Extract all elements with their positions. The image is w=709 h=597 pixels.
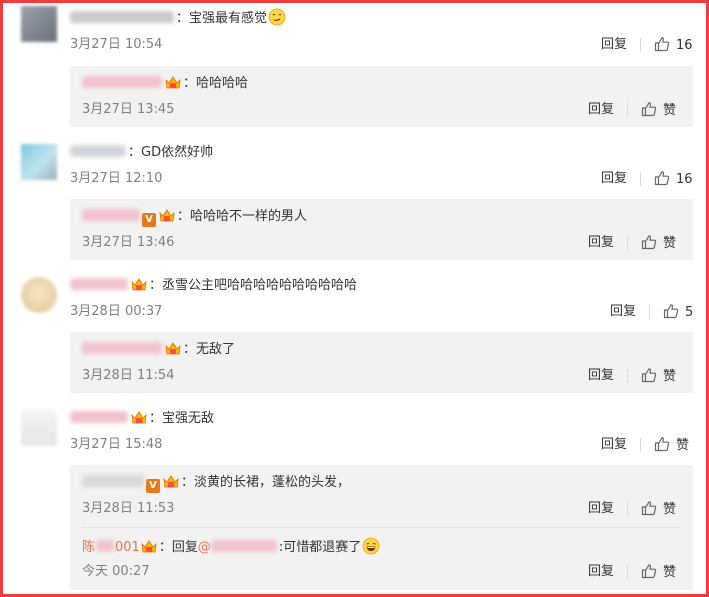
comment-text: ：宝强无敌 bbox=[70, 409, 214, 429]
reply-button[interactable]: 回复 bbox=[601, 436, 627, 454]
avatar[interactable] bbox=[21, 6, 57, 42]
thumbs-up-icon bbox=[641, 102, 657, 117]
vip-crown-icon bbox=[141, 540, 157, 553]
divider bbox=[627, 502, 628, 516]
like-label: 赞 bbox=[663, 369, 677, 384]
username-blurred[interactable] bbox=[70, 411, 128, 423]
reply-button[interactable]: 回复 bbox=[588, 234, 614, 252]
thumbs-up-icon bbox=[641, 368, 657, 383]
divider bbox=[640, 438, 641, 452]
reply-button[interactable]: 回复 bbox=[601, 170, 627, 188]
thumbs-up-icon bbox=[663, 304, 679, 319]
username-blurred[interactable] bbox=[82, 209, 140, 221]
divider bbox=[627, 236, 628, 250]
like-label: 赞 bbox=[663, 103, 677, 118]
like-count: 16 bbox=[676, 38, 693, 53]
comment-text: ：宝强最有感觉 bbox=[70, 8, 286, 29]
reply-button[interactable]: 回复 bbox=[588, 367, 614, 385]
comment-date: 3月27日 10:54 bbox=[70, 37, 163, 52]
v-badge-icon: V bbox=[142, 213, 156, 227]
like-label: 赞 bbox=[676, 438, 690, 453]
divider bbox=[627, 103, 628, 117]
reply-text: 陈 001 ：回复@:可惜都退赛了 bbox=[82, 537, 380, 558]
divider bbox=[640, 172, 641, 186]
divider bbox=[640, 38, 641, 52]
username-blurred[interactable] bbox=[82, 342, 162, 354]
reply-button[interactable]: 回复 bbox=[601, 36, 627, 54]
thumbs-up-icon bbox=[641, 501, 657, 516]
comment-text: ：GD依然好帅 bbox=[70, 143, 213, 163]
like-button[interactable]: 5 bbox=[663, 303, 693, 322]
thumbs-up-icon bbox=[654, 171, 670, 186]
like-button[interactable]: 赞 bbox=[641, 500, 676, 519]
reply-button[interactable]: 回复 bbox=[610, 303, 636, 321]
avatar[interactable] bbox=[21, 410, 57, 446]
like-count: 5 bbox=[685, 305, 694, 320]
vip-crown-icon bbox=[131, 278, 147, 291]
like-button[interactable]: 赞 bbox=[641, 563, 676, 582]
avatar[interactable] bbox=[21, 144, 57, 180]
reply-date: 3月28日 11:54 bbox=[82, 368, 175, 383]
divider bbox=[627, 565, 628, 579]
thumbs-up-icon bbox=[654, 437, 670, 452]
comment-text: ：丞雪公主吧哈哈哈哈哈哈哈哈哈哈 bbox=[70, 276, 357, 296]
vip-crown-icon bbox=[163, 475, 179, 488]
avatar[interactable] bbox=[21, 277, 57, 313]
reply-date: 3月28日 11:53 bbox=[82, 501, 175, 516]
comment-date: 3月27日 15:48 bbox=[70, 437, 163, 452]
username-blurred[interactable] bbox=[70, 278, 128, 290]
like-button[interactable]: 赞 bbox=[641, 101, 676, 120]
mention-link[interactable]: @ bbox=[198, 540, 279, 555]
like-button[interactable]: 赞 bbox=[641, 234, 676, 253]
username-blurred[interactable] bbox=[82, 76, 162, 88]
reply-button[interactable]: 回复 bbox=[588, 500, 614, 518]
like-button[interactable]: 赞 bbox=[641, 367, 676, 386]
thumbs-up-icon bbox=[641, 564, 657, 579]
username-blurred[interactable] bbox=[70, 11, 174, 23]
like-label: 赞 bbox=[663, 502, 677, 517]
smirk-emoji-icon bbox=[268, 8, 286, 26]
username-blurred[interactable] bbox=[82, 475, 144, 487]
reply-date: 3月27日 13:45 bbox=[82, 102, 175, 117]
thumbs-up-icon bbox=[654, 37, 670, 52]
thumbs-up-icon bbox=[641, 235, 657, 250]
vip-crown-icon bbox=[131, 411, 147, 424]
username[interactable]: 陈 001 bbox=[82, 540, 140, 555]
reply-text: V ：淡黄的长裙，蓬松的头发， bbox=[82, 473, 350, 493]
like-count: 16 bbox=[676, 172, 693, 187]
comment-date: 3月28日 00:37 bbox=[70, 304, 163, 319]
divider bbox=[627, 369, 628, 383]
like-button[interactable]: 16 bbox=[654, 170, 693, 189]
vip-crown-icon bbox=[159, 209, 175, 222]
like-label: 赞 bbox=[663, 236, 677, 251]
reply-button[interactable]: 回复 bbox=[588, 101, 614, 119]
reply-date: 今天 00:27 bbox=[82, 564, 150, 579]
divider bbox=[649, 305, 650, 319]
v-badge-icon: V bbox=[146, 479, 160, 493]
like-button[interactable]: 赞 bbox=[654, 436, 689, 455]
laugh-emoji-icon bbox=[362, 537, 380, 555]
reply-text: V ：哈哈哈不一样的男人 bbox=[82, 207, 307, 227]
reply-button[interactable]: 回复 bbox=[588, 563, 614, 581]
vip-crown-icon bbox=[165, 76, 181, 89]
username-blurred[interactable] bbox=[70, 145, 126, 157]
vip-crown-icon bbox=[165, 342, 181, 355]
like-button[interactable]: 16 bbox=[654, 36, 693, 55]
reply-text: ：哈哈哈哈 bbox=[82, 74, 248, 94]
reply-text: ：无敌了 bbox=[82, 340, 235, 360]
like-label: 赞 bbox=[663, 565, 677, 580]
reply-divider bbox=[82, 527, 680, 528]
reply-date: 3月27日 13:46 bbox=[82, 235, 175, 250]
comment-date: 3月27日 12:10 bbox=[70, 171, 163, 186]
